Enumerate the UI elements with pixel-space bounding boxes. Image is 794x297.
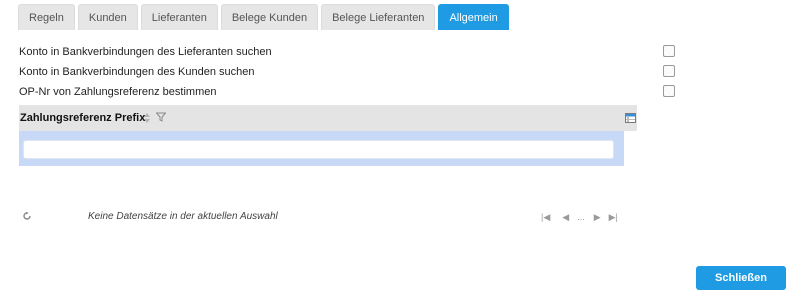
close-button[interactable]: Schließen bbox=[696, 266, 786, 290]
tab-regeln[interactable]: Regeln bbox=[18, 4, 75, 30]
tab-belege-kunden[interactable]: Belege Kunden bbox=[220, 4, 319, 30]
option-label-kunden: Konto in Bankverbindungen des Kunden suc… bbox=[19, 66, 255, 78]
tab-bar: Regeln Kunden Lieferanten Belege Kunden … bbox=[18, 4, 509, 30]
tab-allgemein[interactable]: Allgemein bbox=[438, 4, 509, 30]
filter-funnel-icon[interactable] bbox=[156, 112, 166, 122]
column-header-zahlungsreferenz-prefix[interactable]: Zahlungsreferenz Prefix bbox=[20, 112, 145, 124]
checkbox-op-nr[interactable] bbox=[663, 85, 675, 97]
next-page-icon[interactable]: ▶ bbox=[594, 212, 601, 223]
option-row-kunden: Konto in Bankverbindungen des Kunden suc… bbox=[19, 65, 679, 81]
checkbox-kunden[interactable] bbox=[663, 65, 675, 77]
option-row-lieferanten: Konto in Bankverbindungen des Lieferante… bbox=[19, 45, 679, 61]
tab-kunden[interactable]: Kunden bbox=[77, 4, 138, 30]
option-label-lieferanten: Konto in Bankverbindungen des Lieferante… bbox=[19, 46, 272, 58]
tab-belege-lieferanten[interactable]: Belege Lieferanten bbox=[321, 4, 436, 30]
checkbox-lieferanten[interactable] bbox=[663, 45, 675, 57]
first-page-icon[interactable]: |◀ bbox=[541, 212, 550, 223]
column-settings-icon[interactable] bbox=[625, 113, 636, 123]
filter-row bbox=[19, 131, 624, 166]
last-page-icon[interactable]: ▶| bbox=[609, 212, 618, 223]
option-label-op-nr: OP-Nr von Zahlungsreferenz bestimmen bbox=[19, 86, 217, 98]
pager: |◀ ◀ ... ▶ ▶| bbox=[541, 211, 618, 223]
status-message: Keine Datensätze in der aktuellen Auswah… bbox=[88, 211, 278, 222]
refresh-icon[interactable] bbox=[22, 211, 32, 221]
prev-page-icon[interactable]: ◀ bbox=[562, 212, 569, 223]
option-row-op-nr: OP-Nr von Zahlungsreferenz bestimmen bbox=[19, 85, 679, 101]
filter-input[interactable] bbox=[23, 140, 614, 159]
grid-header: Zahlungsreferenz Prefix bbox=[19, 105, 637, 131]
sort-icon[interactable] bbox=[143, 112, 151, 124]
page-ellipsis: ... bbox=[577, 212, 585, 222]
tab-lieferanten[interactable]: Lieferanten bbox=[140, 4, 218, 30]
